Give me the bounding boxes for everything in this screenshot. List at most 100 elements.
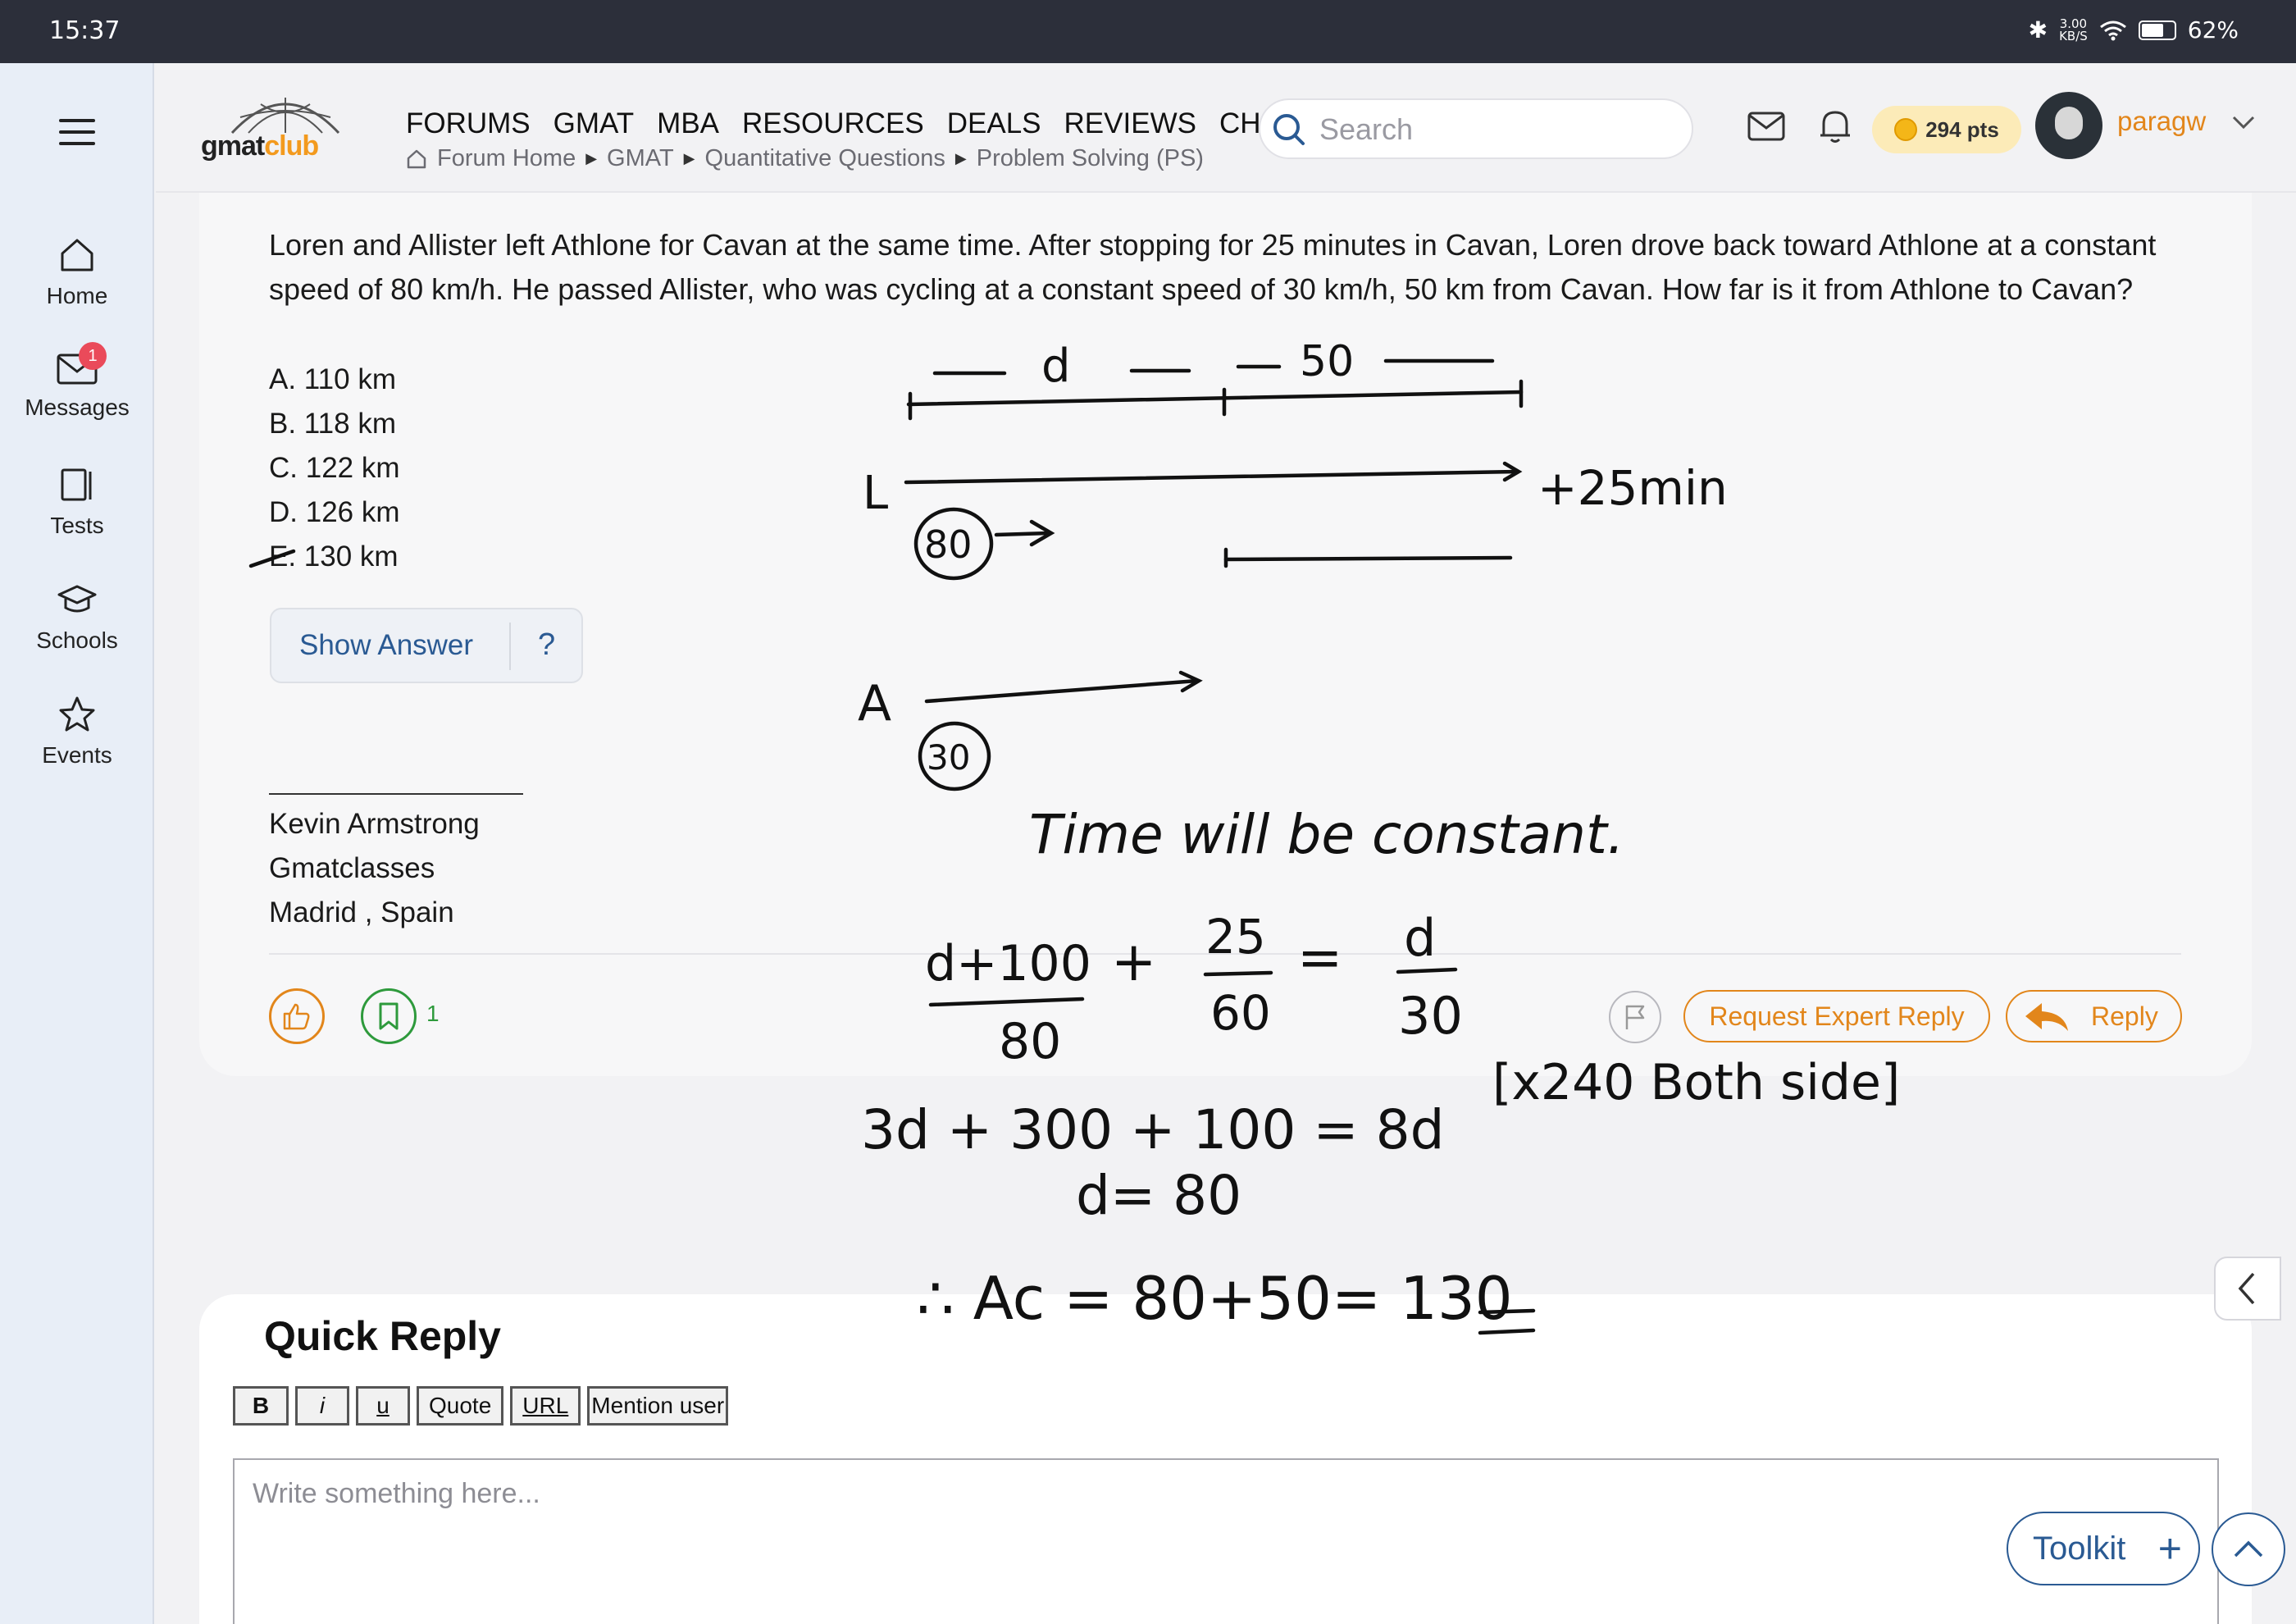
show-answer-box: Show Answer ? <box>270 608 583 683</box>
option-b: B. 118 km <box>269 408 396 440</box>
signature-divider <box>269 793 523 795</box>
sidebar-item-label: Events <box>42 742 112 768</box>
option-a: A. 110 km <box>269 363 396 395</box>
option-e: E. 130 km <box>269 541 399 573</box>
sidebar-item-messages[interactable]: 1 Messages <box>0 342 154 421</box>
flag-button[interactable] <box>1609 991 1661 1043</box>
home-small-icon <box>407 149 426 168</box>
nav-deals[interactable]: DEALS <box>947 107 1041 140</box>
sidebar-item-label: Messages <box>25 395 130 420</box>
sidebar-item-label: Schools <box>36 627 118 653</box>
sidebar-item-label: Home <box>46 283 108 308</box>
graduation-cap-icon <box>57 585 97 613</box>
nav-forums[interactable]: FORUMS <box>406 107 531 140</box>
reply-button-label: Reply <box>2091 1001 2158 1031</box>
italic-button[interactable]: i <box>295 1386 349 1426</box>
signature-name: Kevin Armstrong <box>269 808 480 840</box>
breadcrumb-separator-icon: ▶ <box>683 150 695 167</box>
sidebar-item-label: Tests <box>50 513 104 538</box>
nav-resources[interactable]: RESOURCES <box>742 107 924 140</box>
post-divider <box>269 953 2181 955</box>
reply-arrow-icon <box>2025 1003 2068 1031</box>
globe-icon <box>230 98 340 135</box>
option-c: C. 122 km <box>269 452 400 484</box>
status-right: ✱ 3.00 KB/S 62% <box>2029 16 2239 43</box>
points-badge[interactable]: 294 pts <box>1872 106 2021 153</box>
ink-eq-line3: d= 80 <box>1076 1164 1241 1227</box>
like-button[interactable] <box>269 988 325 1044</box>
breadcrumb-forum-home[interactable]: Forum Home <box>437 145 576 172</box>
url-button[interactable]: URL <box>510 1386 581 1426</box>
nav-gmat[interactable]: GMAT <box>554 107 635 140</box>
toolkit-button[interactable]: Toolkit + <box>2007 1512 2200 1585</box>
quick-reply-title: Quick Reply <box>264 1313 501 1359</box>
top-bar: gmatclub FORUMS GMAT MBA RESOURCES DEALS… <box>156 63 2296 193</box>
home-icon <box>61 239 93 271</box>
editor-toolbar: B i u Quote URL Mention user <box>233 1386 729 1426</box>
nav-mba[interactable]: MBA <box>657 107 719 140</box>
bold-button[interactable]: B <box>233 1386 289 1426</box>
bookmark-button[interactable] <box>361 988 417 1044</box>
status-bar: 15:37 ✱ 3.00 KB/S 62% <box>0 0 2296 63</box>
sidebar-item-home[interactable]: Home <box>0 235 154 309</box>
menu-icon[interactable] <box>59 119 95 147</box>
request-expert-reply-button[interactable]: Request Expert Reply <box>1683 990 1990 1042</box>
breadcrumb-quant[interactable]: Quantitative Questions <box>705 145 945 172</box>
reply-textarea[interactable] <box>253 1478 2188 1609</box>
signature: Kevin Armstrong Gmatclasses Madrid , Spa… <box>269 802 480 935</box>
quote-button[interactable]: Quote <box>417 1386 504 1426</box>
avatar[interactable] <box>2035 92 2102 159</box>
side-panel-toggle[interactable] <box>2214 1257 2281 1321</box>
flag-icon <box>1625 1005 1645 1029</box>
breadcrumb: Forum Home ▶ GMAT ▶ Quantitative Questio… <box>406 145 1204 172</box>
sidebar: Home 1 Messages Tests Schools Events <box>0 63 154 1624</box>
reply-editor <box>233 1458 2219 1624</box>
breadcrumb-ps[interactable]: Problem Solving (PS) <box>977 145 1204 172</box>
bluetooth-icon: ✱ <box>2028 16 2048 43</box>
toolkit-label: Toolkit <box>2033 1530 2126 1567</box>
breadcrumb-separator-icon: ▶ <box>954 150 967 167</box>
gmatclub-logo[interactable]: gmatclub <box>201 88 361 170</box>
logo-text: gmatclub <box>201 130 319 162</box>
coin-icon <box>1894 118 1918 141</box>
search-box[interactable] <box>1259 98 1693 159</box>
messages-badge: 1 <box>79 342 107 370</box>
star-icon <box>59 696 95 732</box>
breadcrumb-separator-icon: ▶ <box>585 150 598 167</box>
thumbs-up-icon <box>283 1003 310 1030</box>
bookmark-icon <box>379 1002 399 1030</box>
reply-button[interactable]: Reply <box>2006 990 2182 1042</box>
search-input[interactable] <box>1319 110 1672 149</box>
bookmark-count: 1 <box>426 1001 440 1026</box>
username[interactable]: paragw <box>2117 106 2206 137</box>
question-text: Loren and Allister left Athlone for Cava… <box>269 228 2157 306</box>
main-nav: FORUMS GMAT MBA RESOURCES DEALS REVIEWS … <box>406 107 1296 140</box>
wifi-icon <box>2099 21 2126 40</box>
scroll-to-top-button[interactable] <box>2212 1512 2285 1586</box>
battery-level: 62% <box>2187 16 2239 43</box>
mail-icon[interactable] <box>1747 110 1786 143</box>
nav-reviews[interactable]: REVIEWS <box>1064 107 1196 140</box>
divider <box>509 623 511 670</box>
breadcrumb-gmat[interactable]: GMAT <box>607 145 674 172</box>
show-answer-button[interactable]: Show Answer <box>299 629 473 662</box>
mention-user-button[interactable]: Mention user <box>587 1386 729 1426</box>
help-button[interactable]: ? <box>538 627 555 663</box>
signature-company: Gmatclasses <box>269 852 435 884</box>
sidebar-item-tests[interactable]: Tests <box>0 465 154 539</box>
option-d: D. 126 km <box>269 496 400 528</box>
bell-icon[interactable] <box>1817 106 1853 145</box>
chevron-left-icon <box>2238 1272 2255 1305</box>
answer-options: A. 110 km B. 118 km C. 122 km D. 126 km … <box>269 358 400 579</box>
sidebar-item-schools[interactable]: Schools <box>0 580 154 654</box>
sidebar-item-events[interactable]: Events <box>0 695 154 769</box>
net-speed: 3.00 KB/S <box>2059 16 2088 43</box>
underline-button[interactable]: u <box>356 1386 410 1426</box>
battery-icon <box>2138 20 2176 40</box>
plus-icon: + <box>2157 1526 2182 1572</box>
ink-eq-line2: 3d + 300 + 100 = 8d <box>861 1098 1445 1161</box>
search-icon <box>1273 114 1305 145</box>
status-time: 15:37 <box>49 16 121 45</box>
chevron-down-icon[interactable] <box>2230 112 2257 132</box>
signature-location: Madrid , Spain <box>269 896 454 928</box>
